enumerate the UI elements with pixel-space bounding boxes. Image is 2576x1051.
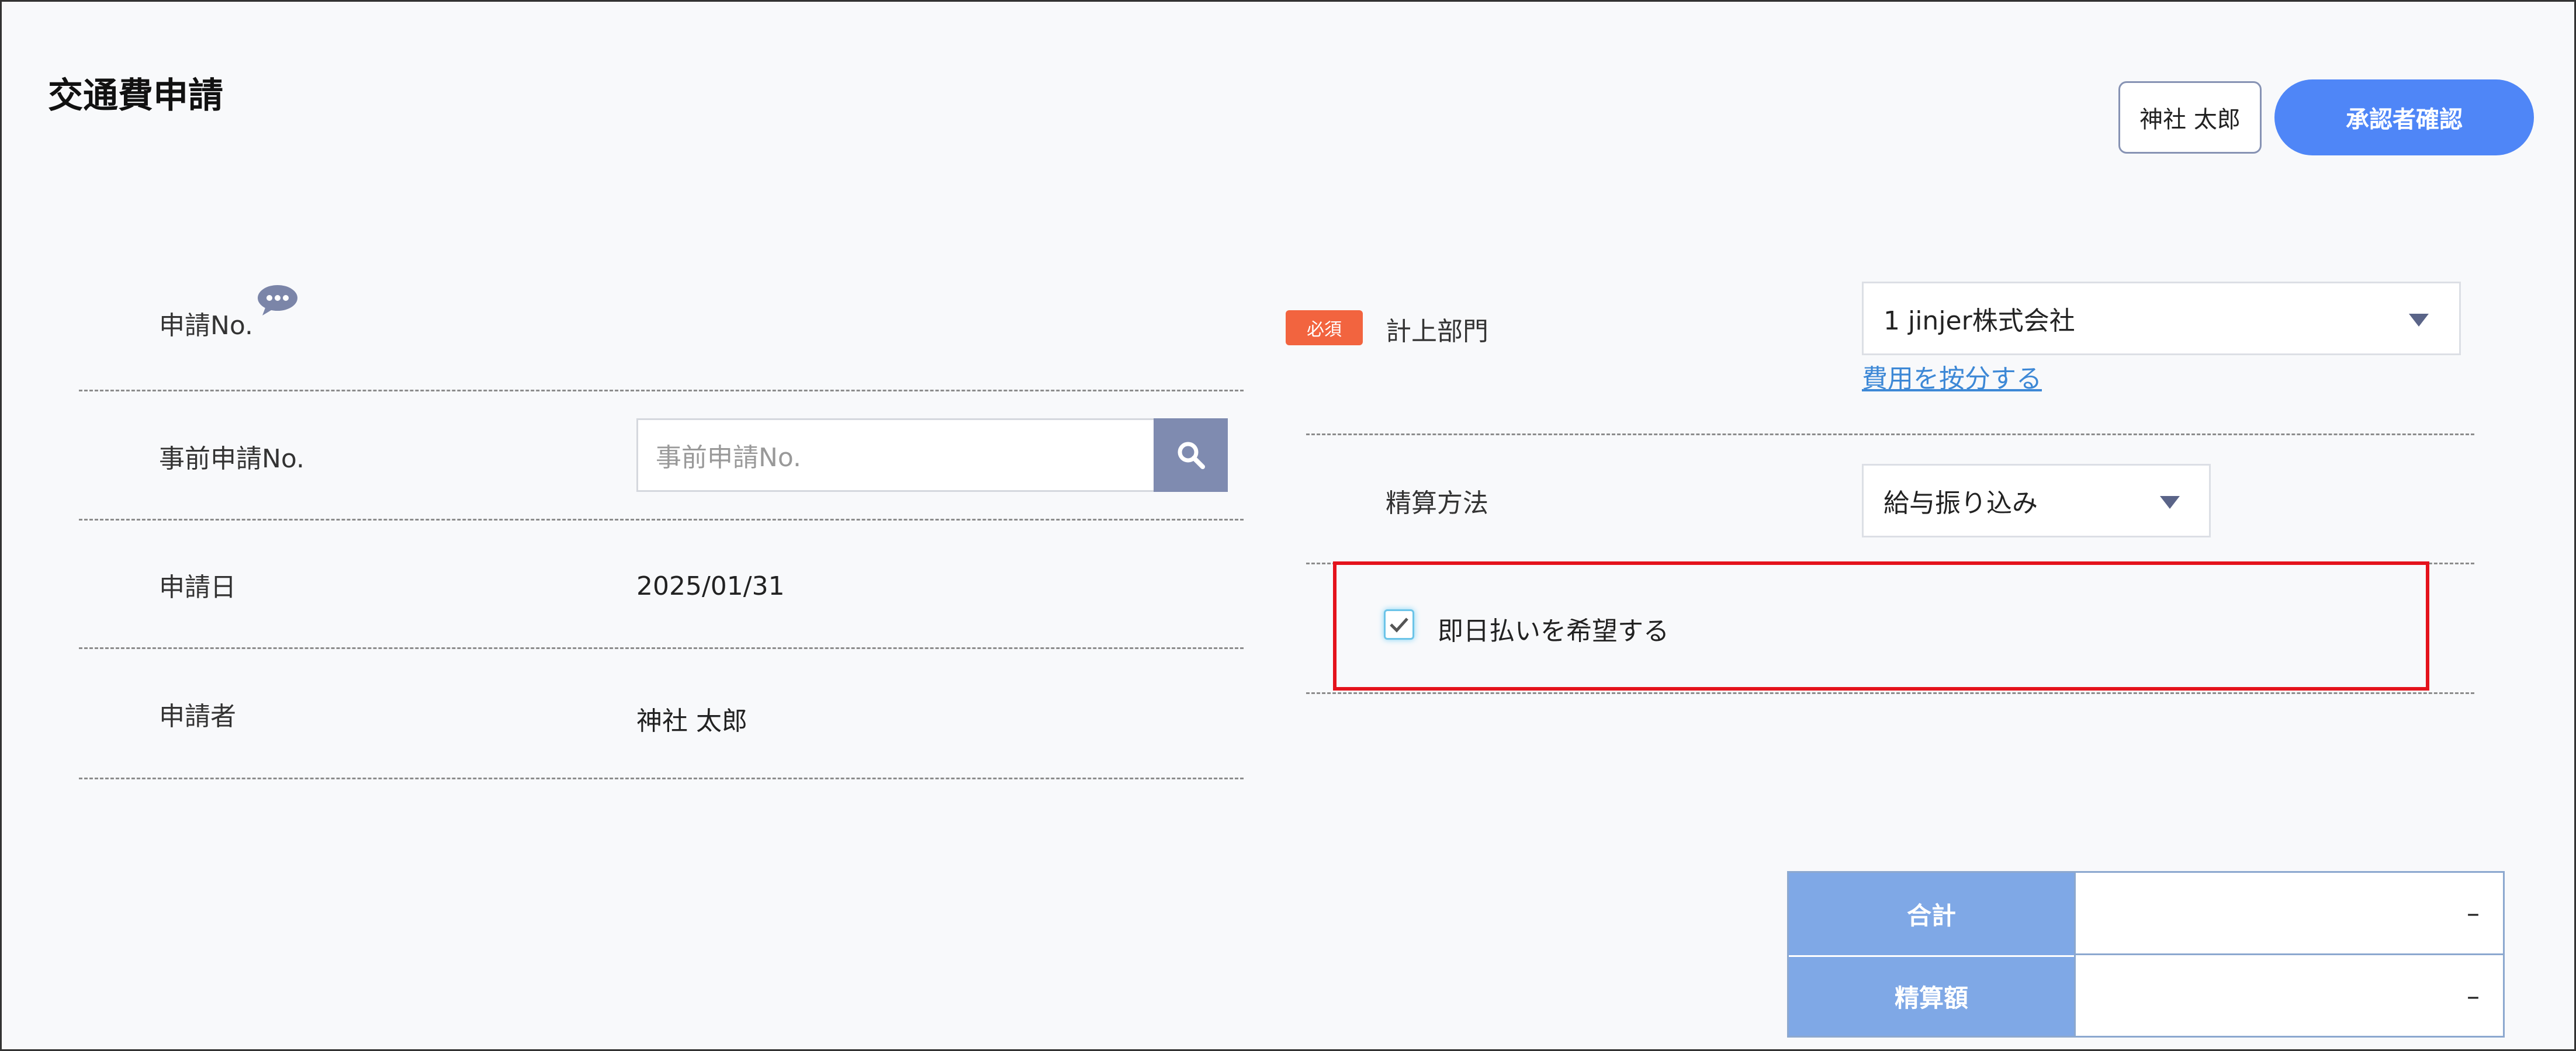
divider [1306,433,2474,435]
approver-confirm-button[interactable]: 承認者確認 [2274,79,2534,155]
application-date-label: 申請日 [159,573,236,602]
total-header: 合計 [1789,873,2074,955]
totals-table: 合計 – 精算額 – [1787,871,2505,1038]
total-value: – [2074,873,2503,955]
divider [79,519,1244,521]
settlement-value: – [2467,981,2480,1011]
settlement-method-select[interactable]: 給与振り込み [1862,464,2211,537]
divider [79,647,1244,649]
same-day-payment-checkbox[interactable] [1384,609,1414,640]
application-no-label: 申請No. [159,311,254,341]
chevron-down-icon [2160,496,2180,509]
divider [79,778,1244,779]
comment-icon[interactable] [257,284,299,317]
split-cost-link[interactable]: 費用を按分する [1862,358,2042,395]
application-date-value: 2025/01/31 [636,571,785,601]
settlement-method-selected: 給与振り込み [1883,488,2038,518]
settlement-header: 精算額 [1789,957,2074,1036]
divider [1306,692,2474,694]
settlement-method-label: 精算方法 [1386,488,1488,518]
prior-application-no-input[interactable]: 事前申請No. [636,418,1154,492]
department-select[interactable]: 1 jinjer株式会社 [1862,282,2461,355]
applicant-label: 申請者 [159,702,236,731]
prior-application-no-label: 事前申請No. [159,444,305,474]
required-badge: 必須 [1286,310,1363,345]
search-icon [1178,442,1205,469]
page-title: 交通費申請 [48,75,223,116]
divider [79,390,1244,391]
same-day-payment-label[interactable]: 即日払いを希望する [1438,610,1669,647]
department-label: 計上部門 [1386,317,1488,346]
chevron-down-icon [2409,314,2429,327]
applicant-value: 神社 太郎 [636,706,747,736]
department-selected: 1 jinjer株式会社 [1883,306,2075,336]
search-button[interactable] [1154,418,1228,492]
checkmark-icon [1390,618,1408,633]
user-button[interactable]: 神社 太郎 [2118,81,2262,154]
column-divider [2074,873,2076,1036]
